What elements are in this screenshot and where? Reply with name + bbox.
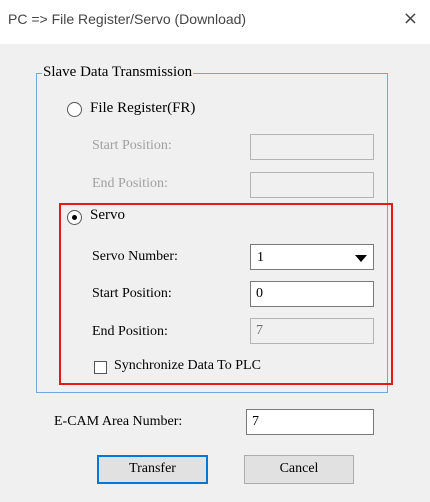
servo-label[interactable]: Servo <box>90 207 125 224</box>
sync-data-checkbox[interactable] <box>94 361 107 374</box>
servo-start-position-label: Start Position: <box>92 286 172 301</box>
fr-end-position-label: End Position: <box>92 176 168 191</box>
dropdown-arrow-icon[interactable] <box>355 255 367 262</box>
file-register-radio[interactable] <box>67 102 82 117</box>
sync-data-label[interactable]: Synchronize Data To PLC <box>114 358 261 374</box>
servo-radio[interactable] <box>67 210 82 225</box>
servo-end-position-label: End Position: <box>92 324 168 339</box>
close-icon[interactable]: × <box>403 8 418 29</box>
servo-end-position-input[interactable]: 7 <box>250 318 374 344</box>
window-title: PC => File Register/Servo (Download) <box>8 11 247 27</box>
transfer-button[interactable]: Transfer <box>97 455 208 484</box>
cancel-button[interactable]: Cancel <box>244 455 354 484</box>
servo-number-value: 1 <box>257 250 264 265</box>
ecam-area-input[interactable]: 7 <box>246 409 374 435</box>
file-register-label[interactable]: File Register(FR) <box>90 100 195 117</box>
fr-start-position-label: Start Position: <box>92 138 172 153</box>
title-bar: PC => File Register/Servo (Download) × <box>0 0 430 44</box>
fr-start-position-input[interactable] <box>250 134 374 160</box>
servo-start-position-input[interactable]: 0 <box>250 281 374 307</box>
servo-number-label: Servo Number: <box>92 249 178 264</box>
ecam-area-label: E-CAM Area Number: <box>54 414 183 429</box>
fr-end-position-input[interactable] <box>250 172 374 198</box>
group-label: Slave Data Transmission <box>42 64 194 81</box>
servo-number-select[interactable]: 1 <box>250 244 374 270</box>
